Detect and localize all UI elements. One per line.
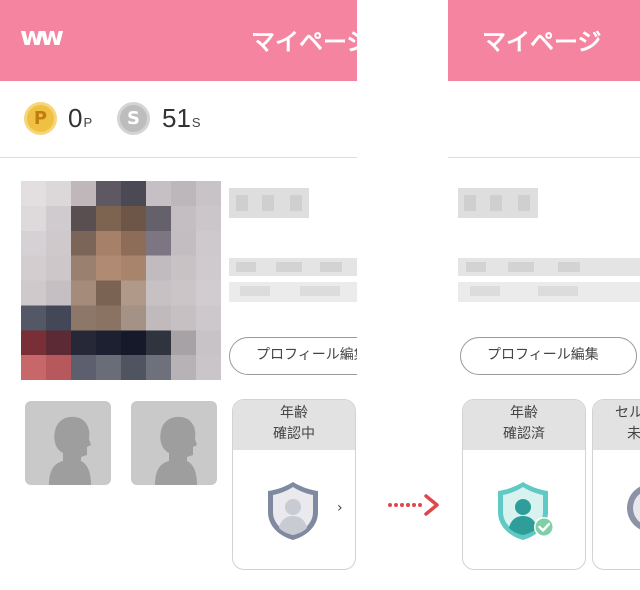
sub-photo-placeholder[interactable]	[131, 401, 217, 485]
point-coin-icon: P	[24, 102, 57, 135]
profile-edit-button[interactable]: プロフィール編集	[460, 337, 637, 375]
point-unit: P	[83, 115, 93, 130]
selfie-card-header: セル 未	[593, 400, 640, 450]
age-verification-card[interactable]: 年齢 確認中 ›	[232, 399, 356, 570]
mypage-after-panel: マイページ プロフィール編集 年齢 確認済 セ 未	[448, 0, 640, 590]
s-point-coin-icon: S	[117, 102, 150, 135]
silhouette-icon	[49, 416, 91, 485]
age-card-header: 年齢 確認中	[233, 400, 355, 450]
app-header: マイページ	[448, 0, 640, 81]
shield-user-check-teal-icon	[498, 482, 554, 540]
age-card-status: 確認済	[503, 426, 545, 442]
dotted-arrow-right-icon	[388, 494, 439, 516]
points-row	[448, 81, 640, 158]
sub-photo-placeholder[interactable]	[25, 401, 111, 485]
s-point-unit: S	[191, 115, 201, 130]
page-title: マイページ	[251, 28, 357, 56]
selfie-card-status: 未	[627, 426, 640, 442]
age-card-header: 年齢 確認済	[463, 400, 585, 450]
profile-photo[interactable]	[21, 181, 221, 380]
selfie-verification-card[interactable]: セル 未	[592, 399, 640, 570]
profile-edit-button[interactable]: プロフィール編集	[229, 337, 357, 375]
age-card-title: 年齢	[510, 405, 538, 421]
mypage-before-panel: ww マイページ P 0P S 51S	[0, 0, 357, 590]
chevron-right-icon: ›	[337, 500, 343, 516]
s-point-balance[interactable]: 51S	[162, 103, 201, 134]
page-title: マイページ	[482, 28, 602, 56]
selfie-camera-icon	[627, 486, 640, 530]
app-header: ww マイページ	[0, 0, 357, 81]
s-point-value: 51	[162, 103, 191, 133]
shield-user-gray-icon	[268, 482, 318, 540]
points-row: P 0P S 51S	[0, 81, 357, 158]
point-value: 0	[68, 103, 83, 133]
age-card-title: 年齢	[280, 405, 308, 421]
silhouette-icon	[155, 416, 197, 485]
selfie-card-title: セル	[615, 405, 640, 421]
point-balance[interactable]: 0P	[68, 103, 92, 134]
age-verification-card[interactable]: 年齢 確認済	[462, 399, 586, 570]
age-card-status: 確認中	[273, 426, 315, 442]
app-logo[interactable]: ww	[20, 22, 64, 52]
